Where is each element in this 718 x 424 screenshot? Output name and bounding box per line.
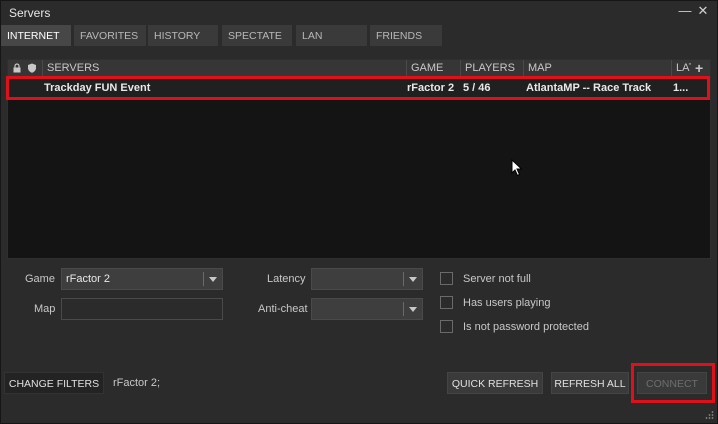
filter-summary: rFactor 2; (113, 377, 161, 389)
chevron-down-icon[interactable] (209, 277, 217, 282)
shield-icon[interactable] (27, 63, 37, 73)
column-latency[interactable]: LAT (671, 60, 691, 77)
tab-history[interactable]: HISTORY (148, 25, 218, 46)
column-servers[interactable]: SERVERS (42, 60, 408, 77)
column-players[interactable]: PLAYERS (460, 60, 523, 77)
refresh-all-button[interactable]: REFRESH ALL (551, 372, 629, 394)
servers-window: Servers — ✕ INTERNET FAVORITES HISTORY S… (0, 0, 718, 424)
column-game[interactable]: GAME (406, 60, 460, 77)
table-row[interactable]: Trackday FUN Event rFactor 2 5 / 46 Atla… (8, 78, 710, 98)
anticheat-filter-label: Anti-cheat (258, 303, 308, 315)
window-title: Servers (9, 6, 51, 20)
tab-spectate[interactable]: SPECTATE (222, 25, 292, 46)
quick-refresh-button[interactable]: QUICK REFRESH (447, 372, 543, 394)
chevron-down-icon[interactable] (409, 307, 417, 312)
server-list-header: SERVERS GAME PLAYERS MAP LAT + (8, 60, 710, 77)
change-filters-button[interactable]: CHANGE FILTERS (4, 372, 104, 394)
server-not-full-checkbox[interactable] (440, 272, 453, 285)
tab-friends[interactable]: FRIENDS (370, 25, 442, 46)
column-map[interactable]: MAP (523, 60, 671, 77)
not-password-protected-label[interactable]: Is not password protected (463, 321, 589, 333)
minimize-button[interactable]: — (677, 3, 693, 19)
not-password-protected-checkbox[interactable] (440, 320, 453, 333)
server-map: AtlantaMP -- Race Track (526, 82, 652, 94)
game-filter-select[interactable]: rFactor 2 (61, 268, 223, 290)
tab-internet[interactable]: INTERNET (1, 25, 71, 46)
has-users-playing-label[interactable]: Has users playing (463, 297, 550, 309)
has-users-playing-checkbox[interactable] (440, 296, 453, 309)
chevron-down-icon[interactable] (409, 277, 417, 282)
latency-filter-label: Latency (267, 273, 306, 285)
add-column-button[interactable]: + (691, 60, 710, 77)
combo-separator (203, 272, 204, 286)
lock-icon[interactable] (12, 63, 22, 73)
server-players: 5 / 46 (463, 82, 491, 94)
connect-button[interactable]: CONNECT (637, 372, 707, 394)
title-bar[interactable]: Servers — ✕ (1, 1, 717, 23)
tab-lan[interactable]: LAN (296, 25, 367, 46)
game-filter-label: Game (25, 273, 55, 285)
anticheat-filter-select[interactable] (311, 298, 423, 320)
server-name: Trackday FUN Event (44, 82, 151, 94)
server-not-full-label[interactable]: Server not full (463, 273, 531, 285)
latency-filter-select[interactable] (311, 268, 423, 290)
server-list[interactable]: SERVERS GAME PLAYERS MAP LAT + Trackday … (7, 59, 711, 259)
map-filter-input[interactable] (61, 298, 223, 320)
tab-favorites[interactable]: FAVORITES (74, 25, 146, 46)
combo-separator (403, 272, 404, 286)
game-filter-value: rFactor 2 (66, 273, 111, 285)
combo-separator (403, 302, 404, 316)
server-latency: 1... (673, 82, 689, 94)
resize-grip-icon[interactable] (704, 410, 714, 420)
mouse-cursor-icon (511, 159, 523, 177)
close-button[interactable]: ✕ (695, 3, 711, 19)
server-game: rFactor 2 (407, 82, 455, 94)
map-filter-label: Map (34, 303, 56, 315)
